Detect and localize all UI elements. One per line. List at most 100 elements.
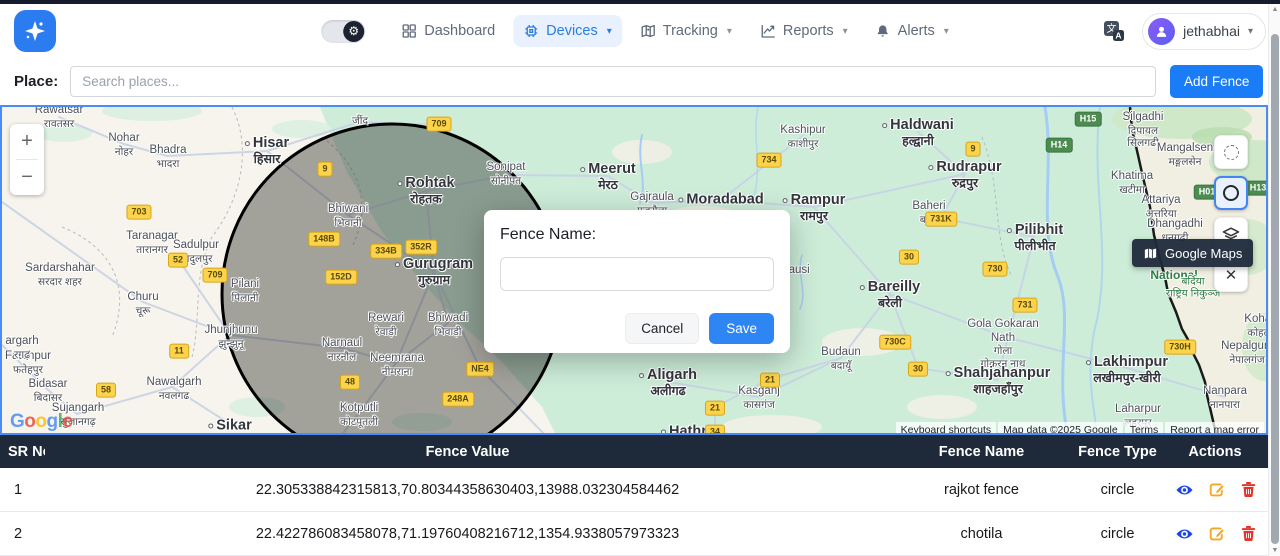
geofence-page: ⚙ Dashboard Devices▾Tracking▾Reports▾Aler… [0, 0, 1280, 556]
road-badge: 709 [426, 117, 451, 132]
cancel-button[interactable]: Cancel [625, 313, 699, 344]
nav-item-alerts[interactable]: Alerts▾ [866, 15, 959, 47]
map-label: Pilaniपिलानी [231, 278, 259, 304]
search-places-input[interactable] [70, 66, 1156, 97]
map-label: Attariyaअत्तरिया [1142, 194, 1181, 220]
cell-fence-type: circle [1073, 482, 1162, 498]
app-logo[interactable] [14, 10, 56, 52]
road-badge: 30 [908, 362, 928, 377]
city-dot [580, 167, 585, 172]
nav-item-reports[interactable]: Reports▾ [750, 15, 858, 47]
road-badge: 248A [442, 392, 474, 407]
road-badge: 34 [705, 425, 725, 435]
google-logo[interactable]: Google [10, 411, 72, 433]
road-badge: 48 [340, 375, 360, 390]
save-button[interactable]: Save [709, 313, 774, 344]
circle-tool[interactable] [1214, 176, 1248, 210]
delete-icon[interactable] [1241, 481, 1256, 498]
city-dot [395, 262, 400, 267]
city-dot [661, 429, 666, 434]
city-dot [783, 198, 788, 203]
chip-icon [523, 23, 539, 39]
map-label: Kohalकोहल [1244, 313, 1268, 339]
view-icon[interactable] [1175, 482, 1194, 498]
map-label: Shahjahanpurशाहजहाँपुर [946, 365, 1051, 397]
attribution-link[interactable]: Report a map error [1165, 422, 1264, 435]
road-badge: 9 [965, 142, 980, 157]
column-header-fence-type: Fence Type [1073, 444, 1162, 460]
map-label: Nanparaनानपारा [1203, 385, 1247, 411]
attribution-link[interactable]: Terms [1125, 422, 1164, 435]
table-row: 222.422786083458078,71.19760408216712,13… [0, 512, 1268, 556]
road-badge: 730H [1164, 340, 1196, 355]
city-dot [860, 285, 865, 290]
edit-icon[interactable] [1209, 525, 1226, 542]
map-label: Churuचूरू [127, 291, 158, 317]
city-dot [1086, 360, 1091, 365]
nav-item-dashboard[interactable]: Dashboard [391, 15, 505, 47]
scrollbar-thumb[interactable] [1271, 34, 1279, 544]
map-label: Rudrapurरुद्रपुर [928, 159, 1001, 191]
zoom-in-button[interactable]: + [10, 124, 44, 159]
column-header-fence-name: Fence Name [890, 444, 1073, 460]
road-badge: 709 [202, 268, 227, 283]
cell-fence-name: rajkot fence [890, 482, 1073, 498]
translate-icon[interactable]: 文 A [1102, 19, 1126, 43]
add-fence-button[interactable]: Add Fence [1170, 65, 1263, 98]
road-badge: 52 [168, 253, 188, 268]
road-badge: 731 [1012, 298, 1037, 313]
zoom-out-button[interactable]: − [10, 160, 44, 195]
column-header-fence-value: Fence Value [45, 444, 890, 460]
map-label: जींद [352, 115, 368, 127]
map-label: Sonipatसोनीपत [486, 161, 525, 187]
avatar [1148, 18, 1175, 45]
map-label: Budaunबदायूँ [821, 346, 861, 372]
page-scrollbar[interactable]: ▲ ▼ [1268, 4, 1280, 556]
map-label: Nepalgunjनेपालगंज [1221, 340, 1268, 366]
svg-text:A: A [1116, 31, 1122, 41]
map-label: Moradabad [678, 191, 763, 208]
attribution-link[interactable]: Keyboard shortcuts [896, 422, 996, 435]
drawing-toolbar: ✕ [1214, 135, 1248, 292]
table-row: 122.305338842315813,70.80344358630403,13… [0, 468, 1268, 512]
drag-circle-tool[interactable] [1214, 135, 1248, 169]
city-dot [882, 123, 887, 128]
road-badge: NE4 [466, 362, 494, 377]
reports-chart-icon [760, 23, 776, 39]
map-label: Lakhimpurलखीमपुर-खीरी [1086, 354, 1168, 386]
view-icon[interactable] [1175, 526, 1194, 542]
road-badge: 730C [879, 335, 911, 350]
road-badge: 334B [370, 244, 402, 259]
map-label: argarhरगढ़ [5, 335, 38, 361]
scroll-up-icon[interactable]: ▲ [1269, 6, 1280, 13]
city-dot [946, 371, 951, 376]
map-icon [1143, 246, 1158, 261]
nav-item-label: Dashboard [424, 23, 495, 39]
table-body: 122.305338842315813,70.80344358630403,13… [0, 468, 1268, 556]
navbar: ⚙ Dashboard Devices▾Tracking▾Reports▾Aler… [0, 4, 1280, 58]
nav-item-devices[interactable]: Devices▾ [513, 15, 622, 47]
road-badge: 11 [169, 344, 189, 359]
nav-item-label: Devices [546, 23, 598, 39]
map-label: Gurugramगुरुग्राम [395, 256, 473, 288]
attribution-link[interactable]: Map data ©2025 Google [998, 422, 1123, 435]
map-canvas[interactable]: RawatsarरावतसरNoharनोहरBhadraभादराHisarह… [0, 105, 1268, 435]
map-label: Bhiwaniभिवानी [328, 203, 368, 229]
place-label: Place: [14, 73, 58, 90]
app-logo-icon [23, 19, 47, 43]
map-attribution: Keyboard shortcutsMap data ©2025 GoogleT… [896, 422, 1264, 435]
theme-toggle[interactable]: ⚙ [321, 20, 365, 43]
city-dot [397, 181, 402, 186]
edit-icon[interactable] [1209, 481, 1226, 498]
cell-fence-name: chotila [890, 526, 1073, 542]
city-dot [928, 165, 933, 170]
user-menu[interactable]: jethabhai ▾ [1142, 13, 1266, 50]
map-label: Kotputliकोटपूतली [340, 402, 378, 428]
city-dot [1007, 228, 1012, 233]
fence-name-input[interactable] [500, 257, 774, 291]
map-label: Bareillyबरेली [860, 279, 920, 311]
nav-item-tracking[interactable]: Tracking▾ [630, 15, 742, 47]
delete-icon[interactable] [1241, 525, 1256, 542]
scroll-down-icon[interactable]: ▼ [1269, 547, 1280, 554]
cell-fence-value: 22.305338842315813,70.80344358630403,139… [45, 482, 890, 498]
